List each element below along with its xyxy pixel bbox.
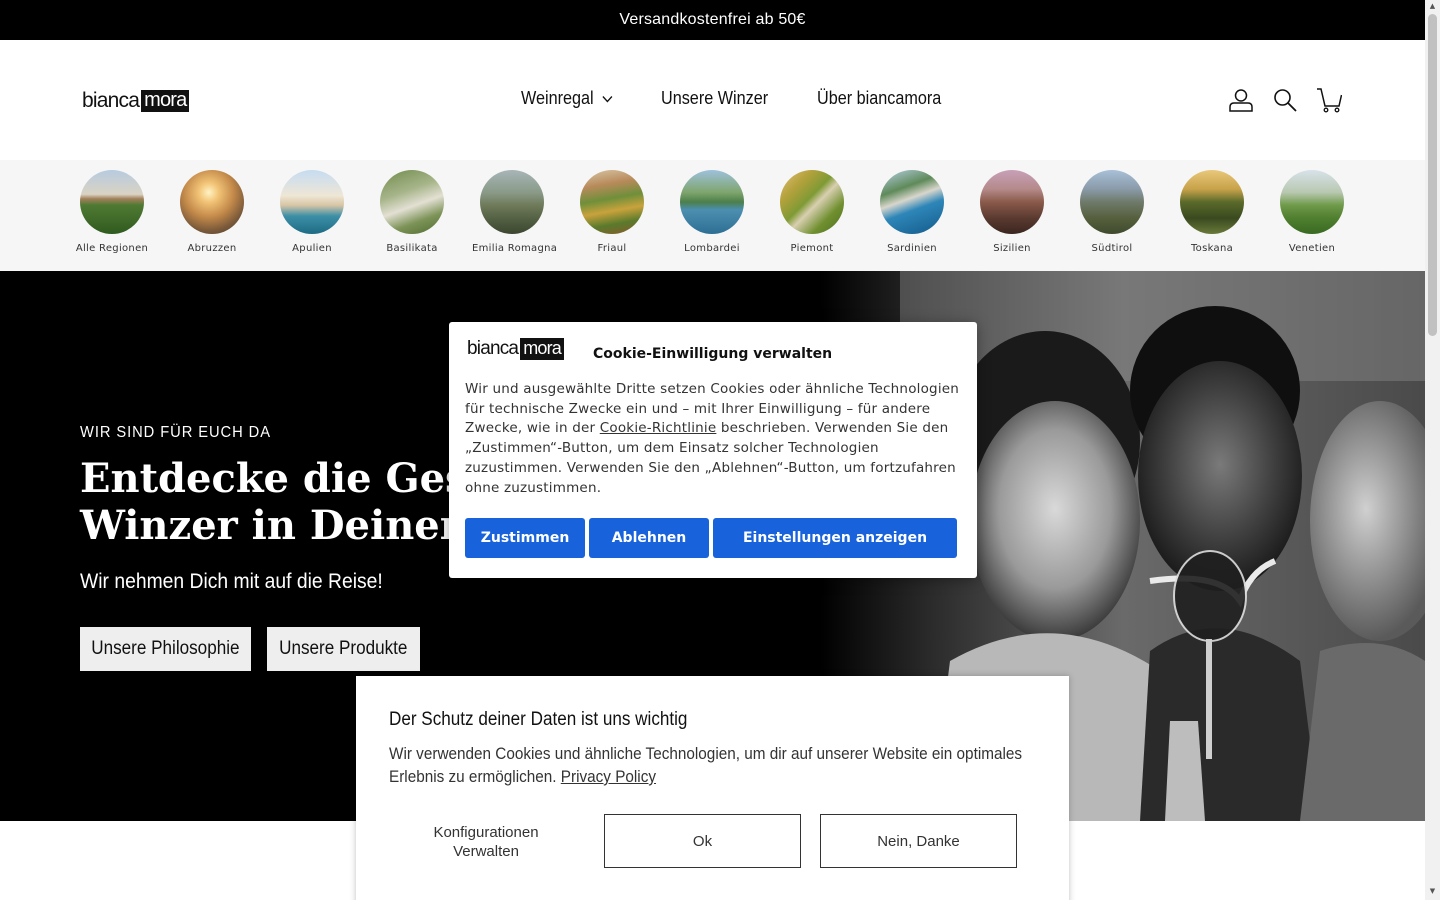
announcement-bar: Versandkostenfrei ab 50€ xyxy=(0,0,1425,40)
cookie-policy-link[interactable]: Cookie-Richtlinie xyxy=(600,420,717,436)
region-lombardei[interactable]: Lombardei xyxy=(672,170,752,254)
privacy-decline-button[interactable]: Nein, Danke xyxy=(820,814,1017,868)
region-abruzzen[interactable]: Abruzzen xyxy=(172,170,252,254)
region-image xyxy=(380,170,444,234)
announcement-text: Versandkostenfrei ab 50€ xyxy=(619,11,806,28)
region-label: Piemont xyxy=(790,243,834,254)
brand-logo-part1: bianca xyxy=(82,89,140,112)
region-label: Toskana xyxy=(1190,243,1234,254)
brand-logo[interactable]: bianca mora xyxy=(82,89,190,113)
region-friaul[interactable]: Friaul xyxy=(572,170,652,254)
chevron-down-icon xyxy=(602,95,613,103)
site-header: bianca mora Weinregal Unsere Winzer Über … xyxy=(0,40,1425,160)
region-image xyxy=(880,170,944,234)
consent-brand-logo: bianca mora xyxy=(467,338,565,360)
region-image xyxy=(980,170,1044,234)
consent-accept-button[interactable]: Zustimmen xyxy=(465,518,585,558)
region-toskana[interactable]: Toskana xyxy=(1172,170,1252,254)
region-label: Basilikata xyxy=(386,243,438,254)
nav-item-ueber-biancamora[interactable]: Über biancamora xyxy=(817,88,941,109)
region-label: Alle Regionen xyxy=(75,243,149,254)
brand-logo-part1: bianca xyxy=(467,338,519,359)
hero-subtitle: Wir nehmen Dich mit auf die Reise! xyxy=(80,570,383,593)
region-label: Sardinien xyxy=(887,243,937,254)
brand-logo-part2: mora xyxy=(520,338,565,360)
region-label: Venetien xyxy=(1288,243,1336,254)
region-alle-regionen[interactable]: Alle Regionen xyxy=(72,170,152,254)
search-icon[interactable] xyxy=(1272,87,1298,113)
cookie-consent-dialog: bianca mora Cookie-Einwilligung verwalten… xyxy=(449,322,977,578)
hero-kicker: WIR SIND FÜR EUCH DA xyxy=(80,424,271,441)
nav-item-label: Unsere Winzer xyxy=(660,88,768,108)
region-label: Sizilien xyxy=(993,243,1031,254)
page-scrollbar[interactable]: ▲ ▼ xyxy=(1425,0,1440,900)
nav-item-unsere-winzer[interactable]: Unsere Winzer xyxy=(661,88,768,109)
nav-item-label: Weinregal xyxy=(521,88,594,108)
region-label: Friaul xyxy=(597,243,627,254)
philosophy-button-label: Unsere Philosophie xyxy=(91,638,240,659)
scroll-down-icon[interactable]: ▼ xyxy=(1428,887,1437,896)
manage-configuration-button[interactable]: Konfigurationen Verwalten xyxy=(419,823,553,861)
account-icon[interactable] xyxy=(1228,87,1254,113)
privacy-text: Wir verwenden Cookies und ähnliche Techn… xyxy=(389,742,1037,788)
header-actions xyxy=(1228,87,1360,113)
region-label: Emilia Romagna xyxy=(472,243,558,254)
region-image xyxy=(1080,170,1144,234)
region-suedtirol[interactable]: Südtirol xyxy=(1072,170,1152,254)
region-label: Apulien xyxy=(292,243,332,254)
region-image xyxy=(680,170,744,234)
cart-icon[interactable] xyxy=(1316,87,1342,113)
consent-title: Cookie-Einwilligung verwalten xyxy=(593,346,833,362)
region-sizilien[interactable]: Sizilien xyxy=(972,170,1052,254)
region-strip: Alle Regionen Abruzzen Apulien Basilikat… xyxy=(0,160,1425,271)
region-image xyxy=(480,170,544,234)
brand-logo-part2: mora xyxy=(141,90,190,112)
philosophy-button[interactable]: Unsere Philosophie xyxy=(80,627,251,671)
privacy-text-body: Wir verwenden Cookies und ähnliche Techn… xyxy=(389,744,1023,786)
region-emilia-romagna[interactable]: Emilia Romagna xyxy=(472,170,558,254)
products-button-label: Unsere Produkte xyxy=(279,638,408,659)
consent-settings-button[interactable]: Einstellungen anzeigen xyxy=(713,518,957,558)
privacy-policy-link[interactable]: Privacy Policy xyxy=(561,767,656,786)
nav-item-weinregal[interactable]: Weinregal xyxy=(521,88,613,109)
main-nav: Weinregal Unsere Winzer Über biancamora xyxy=(521,88,992,109)
region-label: Südtirol xyxy=(1091,243,1133,254)
products-button[interactable]: Unsere Produkte xyxy=(267,627,420,671)
scrollbar-thumb[interactable] xyxy=(1428,14,1437,336)
region-image xyxy=(580,170,644,234)
privacy-ok-button[interactable]: Ok xyxy=(604,814,801,868)
region-basilikata[interactable]: Basilikata xyxy=(372,170,452,254)
region-label: Lombardei xyxy=(684,243,740,254)
region-label: Abruzzen xyxy=(187,243,237,254)
region-image xyxy=(180,170,244,234)
region-image xyxy=(780,170,844,234)
consent-text: Wir und ausgewählte Dritte setzen Cookie… xyxy=(465,380,961,498)
scroll-up-icon[interactable]: ▲ xyxy=(1428,2,1437,11)
privacy-banner: Der Schutz deiner Daten ist uns wichtig … xyxy=(356,676,1069,900)
consent-reject-button[interactable]: Ablehnen xyxy=(589,518,709,558)
region-image xyxy=(80,170,144,234)
page: Versandkostenfrei ab 50€ bianca mora Wein… xyxy=(0,0,1440,900)
region-piemont[interactable]: Piemont xyxy=(772,170,852,254)
region-image xyxy=(1180,170,1244,234)
region-image xyxy=(280,170,344,234)
region-venetien[interactable]: Venetien xyxy=(1272,170,1352,254)
nav-item-label: Über biancamora xyxy=(816,88,942,108)
privacy-title: Der Schutz deiner Daten ist uns wichtig xyxy=(389,709,688,730)
region-sardinien[interactable]: Sardinien xyxy=(872,170,952,254)
region-apulien[interactable]: Apulien xyxy=(272,170,352,254)
region-image xyxy=(1280,170,1344,234)
